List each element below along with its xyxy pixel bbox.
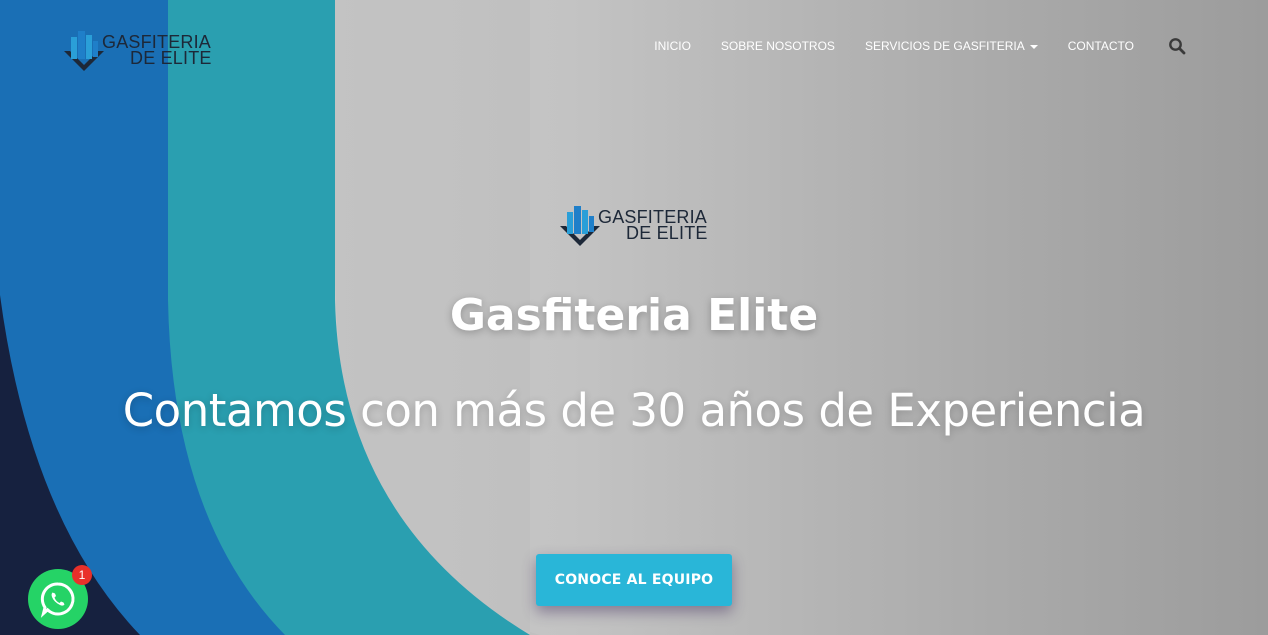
nav-item-servicios-label: SERVICIOS DE GASFITERIA <box>864 39 1025 53</box>
logo-text: GASFITERIA DE ELITE <box>102 33 212 68</box>
site-logo[interactable]: GASFITERIA DE ELITE <box>62 27 212 73</box>
logo-line-2: DE ELITE <box>130 48 212 68</box>
nav-item-inicio[interactable]: INICIO <box>654 39 691 53</box>
hero-section: GASFITERIA DE ELITE INICIO SOBRE NOSOTRO… <box>0 0 1268 635</box>
nav-item-servicios[interactable]: SERVICIOS DE GASFITERIA <box>865 39 1038 53</box>
hero-logo-text: GASFITERIA DE ELITE <box>598 208 708 243</box>
hero-logo-line-2: DE ELITE <box>626 223 708 243</box>
main-nav: INICIO SOBRE NOSOTROS SERVICIOS DE GASFI… <box>624 37 1186 55</box>
hero-title: Gasfiteria Elite <box>449 290 819 341</box>
hero-subtitle: Contamos con más de 30 años de Experienc… <box>122 384 1146 437</box>
chevron-down-icon <box>1029 44 1038 49</box>
site-header: GASFITERIA DE ELITE INICIO SOBRE NOSOTRO… <box>0 0 1268 90</box>
nav-item-sobre-nosotros[interactable]: SOBRE NOSOTROS <box>721 39 835 53</box>
notification-badge: 1 <box>72 565 92 585</box>
whatsapp-icon <box>40 582 75 618</box>
hero-logo: GASFITERIA DE ELITE <box>558 202 708 248</box>
search-icon[interactable] <box>1168 37 1186 55</box>
conoce-al-equipo-button[interactable]: CONOCE AL EQUIPO <box>536 554 732 606</box>
logo-mark-icon <box>560 206 600 246</box>
logo-mark-icon <box>64 31 104 71</box>
nav-item-contacto[interactable]: CONTACTO <box>1068 39 1134 53</box>
